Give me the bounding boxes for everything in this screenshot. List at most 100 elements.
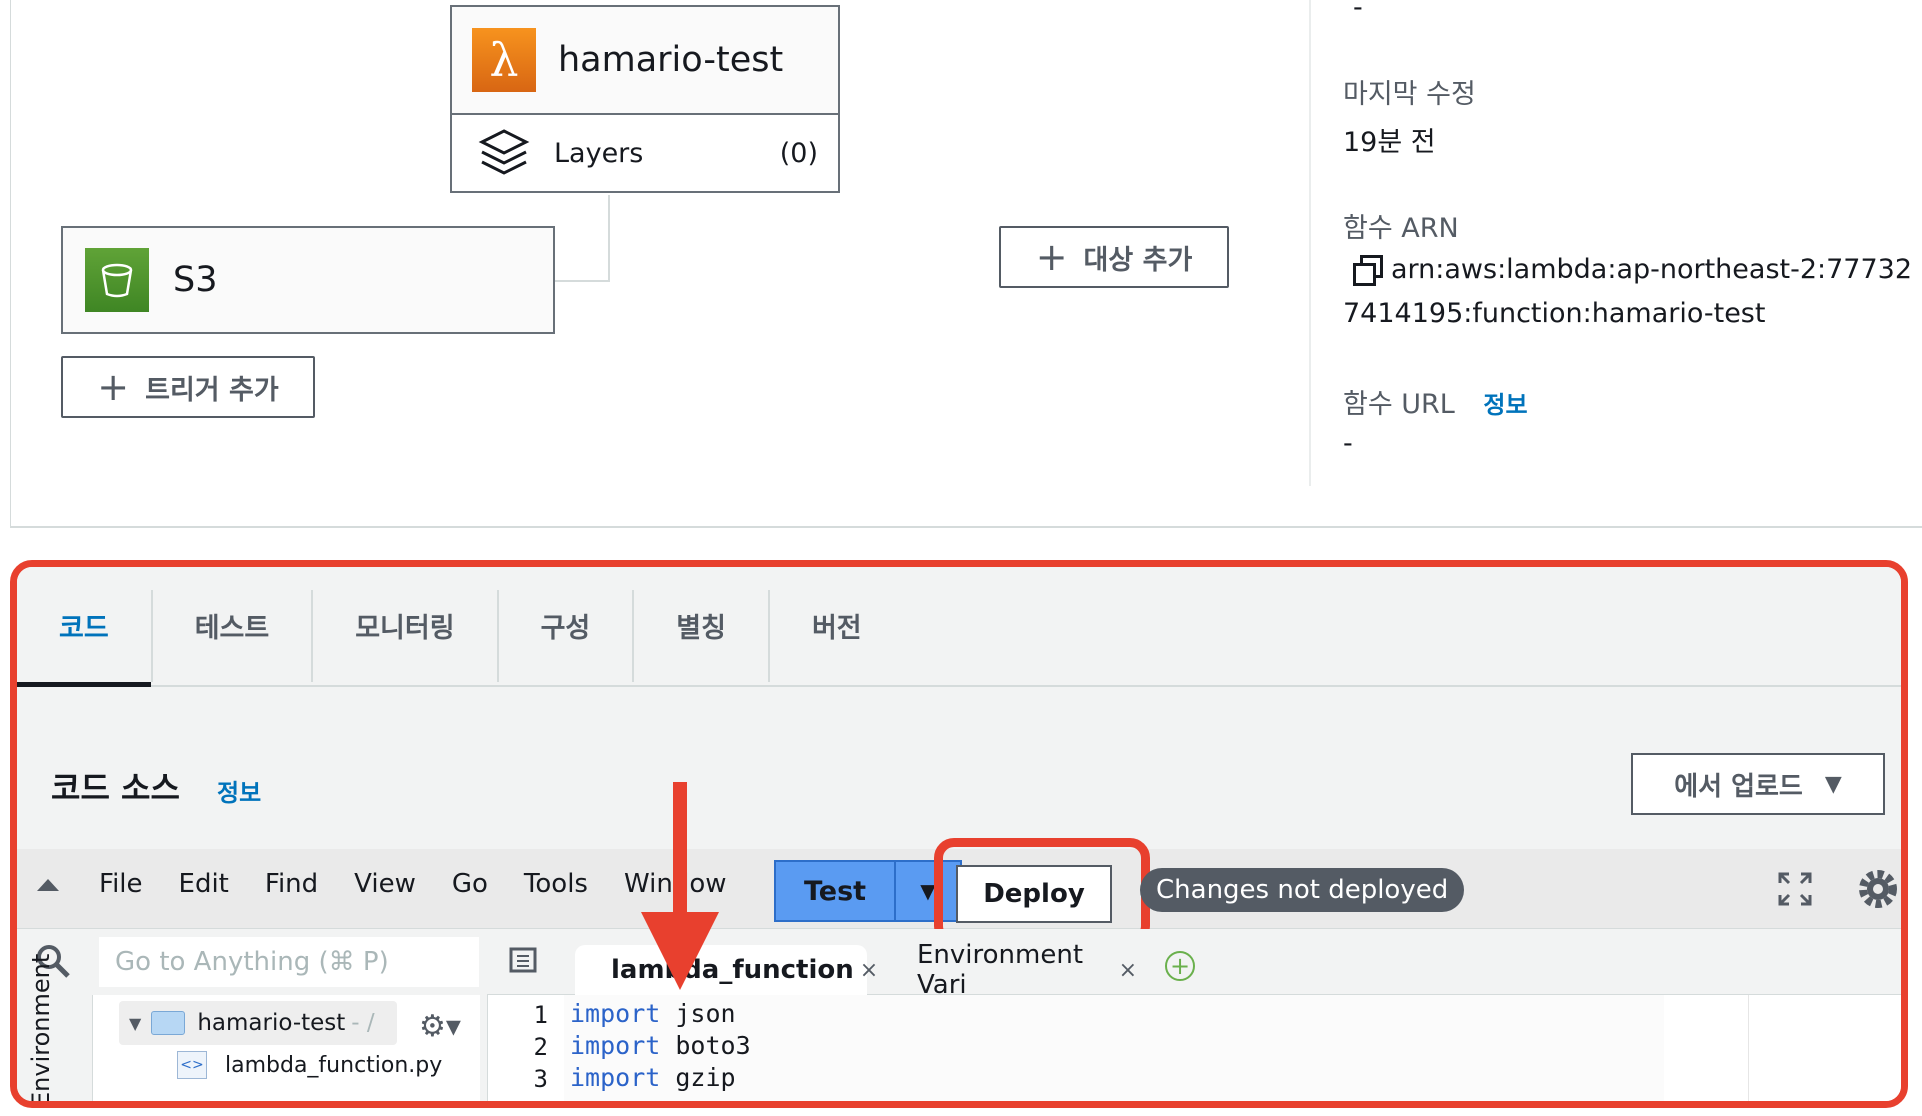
menu-tools[interactable]: Tools — [524, 869, 588, 899]
add-destination-button[interactable]: + 대상 추가 — [999, 226, 1229, 288]
trigger-name: S3 — [173, 260, 218, 300]
function-url-value: - — [1343, 428, 1353, 459]
tab-configuration[interactable]: 구성 — [499, 567, 633, 685]
editor-tab-environment[interactable]: Environment Vari × — [887, 940, 1137, 1000]
tab-monitoring[interactable]: 모니터링 — [313, 567, 496, 685]
connector-line — [554, 280, 610, 282]
code-line: import json — [570, 999, 736, 1028]
layers-row[interactable]: Layers (0) — [452, 115, 838, 191]
menu-go[interactable]: Go — [452, 869, 488, 899]
keyword: import — [570, 999, 661, 1028]
layers-icon — [478, 129, 530, 175]
tree-folder-root[interactable]: ▼ hamario-test - / — [119, 1001, 397, 1045]
function-url-label-text: 함수 URL — [1343, 389, 1455, 420]
search-input[interactable] — [99, 937, 479, 987]
tab-aliases[interactable]: 별칭 — [634, 567, 768, 685]
ide-toolbar: File Edit Find View Go Tools Window Test… — [17, 838, 1901, 946]
tab-test[interactable]: 테스트 — [153, 567, 312, 685]
add-tab-icon[interactable]: + — [1165, 951, 1195, 981]
gear-icon[interactable]: ⚙▾ — [419, 1009, 461, 1044]
line-number: 2 — [533, 1033, 548, 1061]
arn-value-line2: 7414195:function:hamario-test — [1343, 298, 1766, 329]
annotation-arrow-head — [641, 912, 719, 990]
annotation-arrow-shaft — [673, 782, 687, 932]
close-icon[interactable]: × — [860, 958, 878, 983]
caret-down-icon: ▼ — [1824, 771, 1842, 797]
code-area[interactable]: import json import boto3 import gzip — [564, 995, 1664, 1101]
code-source-title: 코드 소스 — [51, 769, 180, 807]
keyword: import — [570, 1031, 661, 1060]
keyword: import — [570, 1063, 661, 1092]
upload-from-button[interactable]: 에서 업로드 ▼ — [1631, 753, 1885, 815]
file-tree: ▼ hamario-test - / ⚙▾ <> lambda_function… — [93, 995, 480, 1101]
environment-sidebar[interactable]: Environment — [17, 953, 93, 1107]
function-overview: λ hamario-test Layers (0) S3 + 트리거 추가 + — [10, 0, 1922, 528]
info-link[interactable]: 정보 — [217, 773, 261, 808]
fullscreen-icon[interactable] — [1777, 871, 1813, 907]
folder-icon — [151, 1011, 186, 1035]
deploy-button[interactable]: Deploy — [956, 865, 1112, 923]
function-url-label: 함수 URL 정보 — [1343, 382, 1528, 421]
arn-value-line1: arn:aws:lambda:ap-northeast-2:77732 — [1353, 254, 1913, 286]
tree-file-item[interactable]: <> lambda_function.py — [177, 1051, 442, 1079]
trigger-node-s3[interactable]: S3 — [61, 226, 555, 334]
menu-view[interactable]: View — [354, 869, 416, 899]
folder-path: - / — [351, 1010, 375, 1036]
layers-label: Layers — [554, 137, 644, 169]
upload-from-label: 에서 업로드 — [1674, 771, 1803, 802]
line-number: 1 — [533, 1001, 548, 1029]
last-modified-label: 마지막 수정 — [1343, 79, 1476, 110]
environment-label: Environment — [27, 953, 55, 1107]
code-text: json — [660, 999, 736, 1028]
add-trigger-label: 트리거 추가 — [145, 374, 279, 406]
connector-line — [608, 195, 610, 280]
layers-count: (0) — [779, 137, 818, 169]
menu-edit[interactable]: Edit — [179, 869, 229, 899]
code-text: gzip — [660, 1063, 736, 1092]
tab-versions[interactable]: 버전 — [770, 567, 904, 685]
function-node[interactable]: λ hamario-test Layers (0) — [450, 5, 840, 193]
function-name: hamario-test — [558, 40, 784, 80]
python-file-icon: <> — [177, 1051, 207, 1079]
plus-icon: + — [97, 365, 130, 409]
tab-code[interactable]: 코드 — [17, 567, 151, 687]
file-tree-icon[interactable] — [509, 947, 537, 973]
arn-label: 함수 ARN — [1343, 213, 1459, 244]
editor-tab-lambda-function[interactable]: lambda_function × — [575, 945, 878, 995]
s3-bucket-icon — [85, 248, 149, 312]
tab-bar: 코드 테스트 모니터링 구성 별칭 버전 — [17, 567, 1901, 687]
code-text: boto3 — [660, 1031, 751, 1060]
status-badge: Changes not deployed — [1140, 868, 1465, 912]
editor-tab-label: Environment Vari — [917, 940, 1084, 1000]
chevron-down-icon[interactable]: ▼ — [129, 1014, 141, 1033]
code-editor[interactable]: 1 2 3 import json import boto3 import gz… — [487, 995, 1901, 1101]
function-header: λ hamario-test — [452, 7, 838, 115]
search-row — [17, 929, 480, 995]
line-number: 3 — [533, 1065, 548, 1093]
lambda-icon: λ — [472, 28, 536, 92]
close-icon[interactable]: × — [1119, 958, 1137, 983]
file-name: lambda_function.py — [225, 1052, 443, 1078]
print-margin — [1748, 995, 1749, 1101]
gear-icon[interactable] — [1851, 863, 1901, 915]
info-link[interactable]: 정보 — [1483, 391, 1527, 419]
menu-file[interactable]: File — [99, 869, 143, 899]
ide-menu: File Edit Find View Go Tools Window — [99, 869, 763, 899]
line-gutter: 1 2 3 — [488, 995, 560, 1101]
last-modified-value: 19분 전 — [1343, 127, 1436, 158]
divider — [1309, 0, 1311, 486]
add-trigger-button[interactable]: + 트리거 추가 — [61, 356, 315, 418]
arn-text: arn:aws:lambda:ap-northeast-2:77732 — [1391, 254, 1913, 285]
code-line: import boto3 — [570, 1031, 751, 1060]
plus-icon: + — [1035, 235, 1068, 279]
collapse-icon[interactable] — [37, 879, 59, 891]
copy-icon[interactable] — [1353, 255, 1383, 286]
property-value: - — [1353, 0, 1363, 23]
test-label: Test — [803, 875, 867, 907]
menu-find[interactable]: Find — [265, 869, 318, 899]
code-source-header: 코드 소스 정보 에서 업로드 ▼ — [17, 723, 1901, 849]
code-line: import gzip — [570, 1063, 736, 1092]
add-destination-label: 대상 추가 — [1083, 244, 1193, 276]
code-panel: 코드 테스트 모니터링 구성 별칭 버전 코드 소스 정보 에서 업로드 ▼ F… — [10, 560, 1908, 1108]
folder-name: hamario-test — [197, 1010, 346, 1036]
